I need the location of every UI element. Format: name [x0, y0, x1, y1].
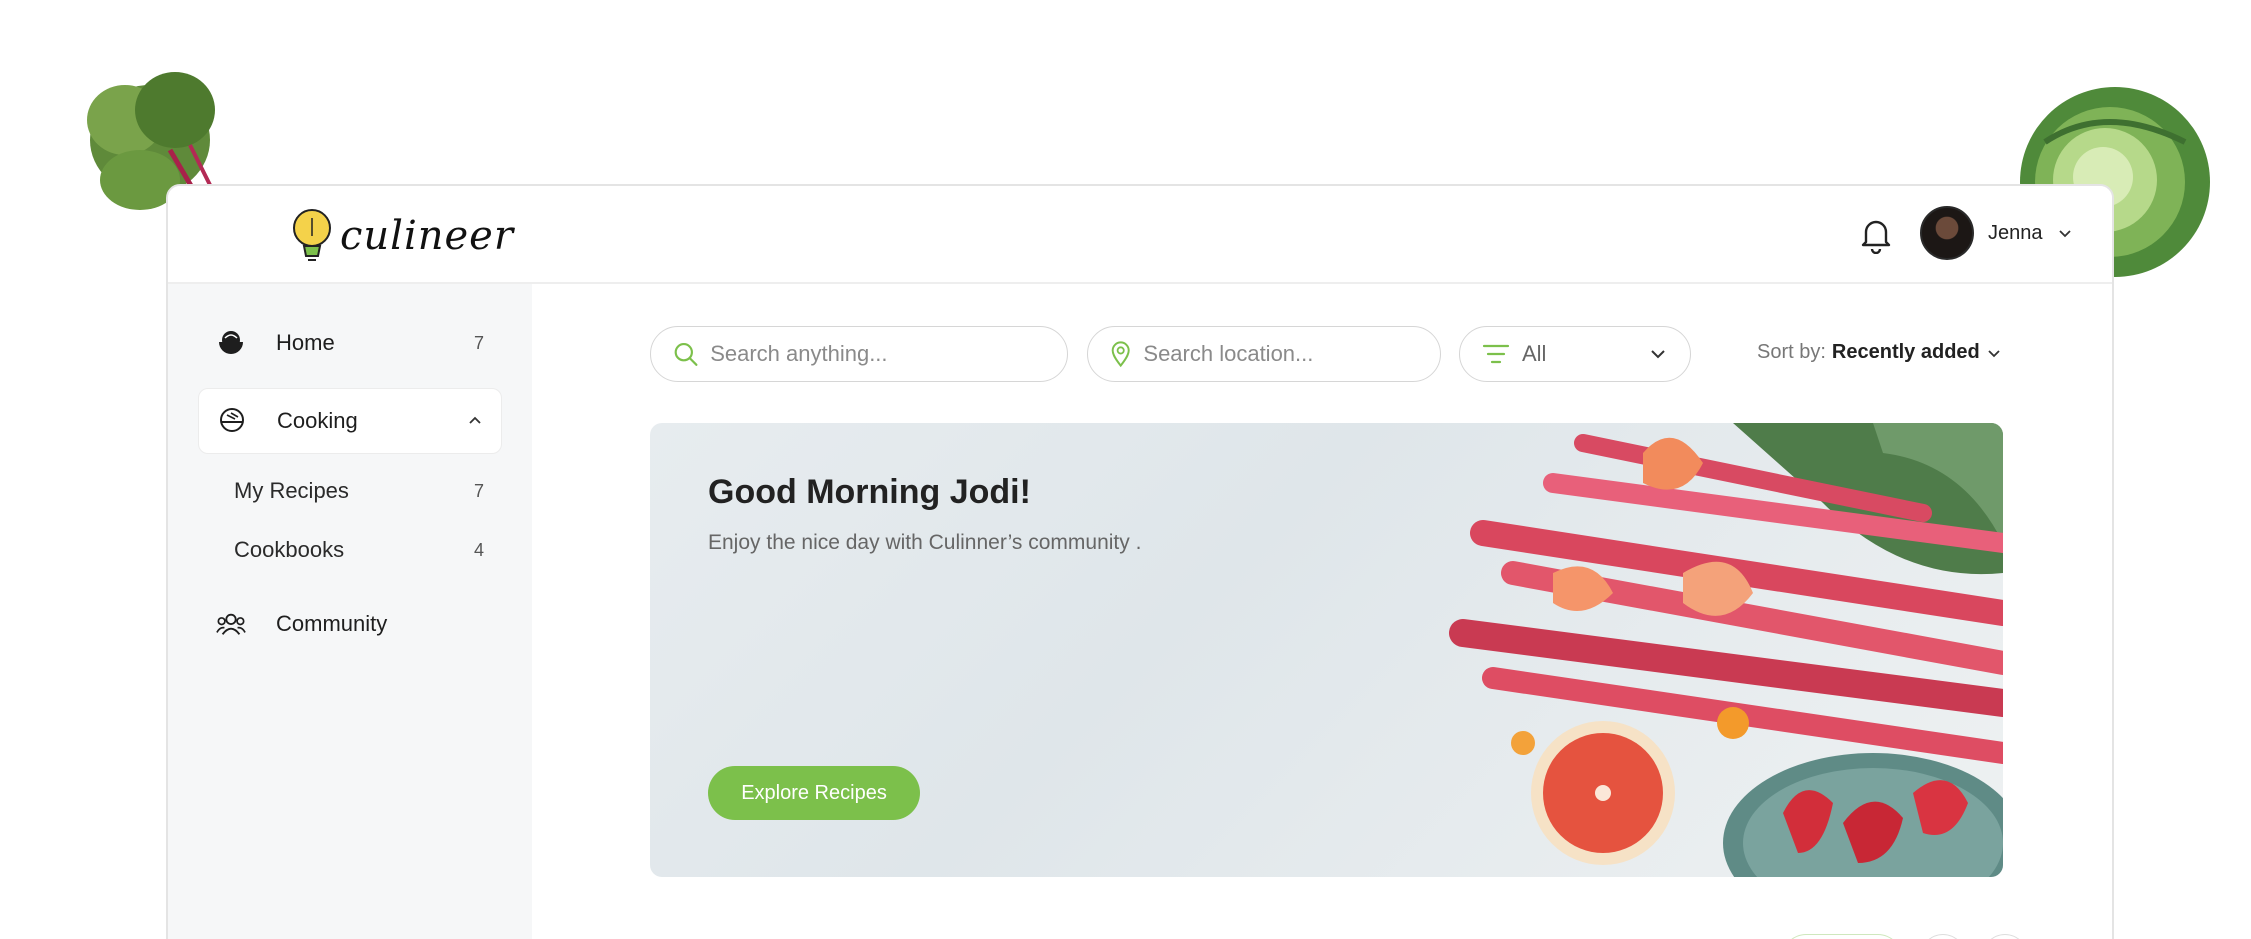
filter-value: All — [1522, 341, 1547, 366]
top-bar: culineer Jenna — [168, 186, 2112, 284]
prev-button[interactable] — [1920, 934, 1966, 939]
sort-label: Sort by: — [1757, 341, 1826, 363]
chevron-down-icon — [1651, 350, 1665, 359]
sidebar-item-label: Home — [276, 330, 335, 355]
sidebar-item-home[interactable]: Home 7 — [198, 310, 502, 376]
sidebar-item-cooking[interactable]: Cooking — [198, 388, 502, 454]
brand-logo[interactable]: culineer — [290, 204, 514, 268]
sidebar-item-label: Community — [276, 611, 388, 636]
lightbulb-icon — [293, 209, 331, 261]
page: culineer Jenna Home 7 Cooking My Recipes… — [0, 0, 2251, 939]
user-name: Jenna — [1988, 221, 2043, 244]
avatar — [1920, 206, 1974, 260]
bell-icon[interactable] — [1858, 216, 1894, 254]
main-content: All Sort by: Recently added Good Morning… — [532, 284, 2112, 939]
user-menu[interactable]: Jenna — [1920, 206, 2073, 260]
chevron-up-icon[interactable] — [467, 413, 483, 429]
location-box[interactable] — [1087, 326, 1441, 382]
sidebar: Home 7 Cooking My Recipes 7 Cookbooks 4 — [168, 284, 532, 939]
sidebar-subitem-label: My Recipes — [234, 478, 349, 503]
hero-subtitle: Enjoy the nice day with Culinner’s commu… — [708, 531, 1142, 554]
sidebar-item-label: Cooking — [277, 408, 358, 433]
chevron-down-icon — [1988, 349, 2000, 357]
filter-icon — [1482, 344, 1510, 364]
cooking-bowl-icon — [217, 406, 247, 436]
filter-dropdown[interactable]: All — [1459, 326, 1691, 382]
brand-name: culineer — [340, 213, 514, 259]
sort-control[interactable]: Sort by: Recently added — [1757, 341, 2002, 364]
food-photo — [1449, 423, 2003, 877]
search-box[interactable] — [650, 326, 1068, 382]
hero-title: Good Morning Jodi! — [708, 473, 1031, 511]
sidebar-item-count: 7 — [473, 332, 484, 353]
sort-value: Recently added — [1831, 341, 1980, 363]
location-pin-icon — [1111, 341, 1130, 368]
sidebar-subitem-label: Cookbooks — [234, 537, 345, 562]
explore-recipes-button[interactable]: Explore Recipes — [708, 766, 920, 820]
app-window: culineer Jenna Home 7 Cooking My Recipes… — [166, 184, 2114, 939]
sidebar-subitem-count: 4 — [473, 539, 484, 560]
people-icon — [216, 609, 246, 639]
welcome-banner: Good Morning Jodi! Enjoy the nice day wi… — [650, 423, 2003, 877]
search-input[interactable] — [710, 341, 1045, 367]
location-input[interactable] — [1143, 341, 1418, 367]
chevron-down-icon — [2058, 230, 2071, 238]
view-all-button[interactable] — [1782, 934, 1902, 939]
sidebar-subitem-cookbooks[interactable]: Cookbooks 4 — [234, 525, 502, 575]
sidebar-subitem-my-recipes[interactable]: My Recipes 7 — [234, 466, 502, 516]
next-button[interactable] — [1982, 934, 2028, 939]
search-icon — [674, 343, 698, 366]
bowl-icon — [216, 328, 246, 358]
sidebar-subitem-count: 7 — [473, 480, 484, 501]
sidebar-item-community[interactable]: Community — [198, 591, 502, 657]
